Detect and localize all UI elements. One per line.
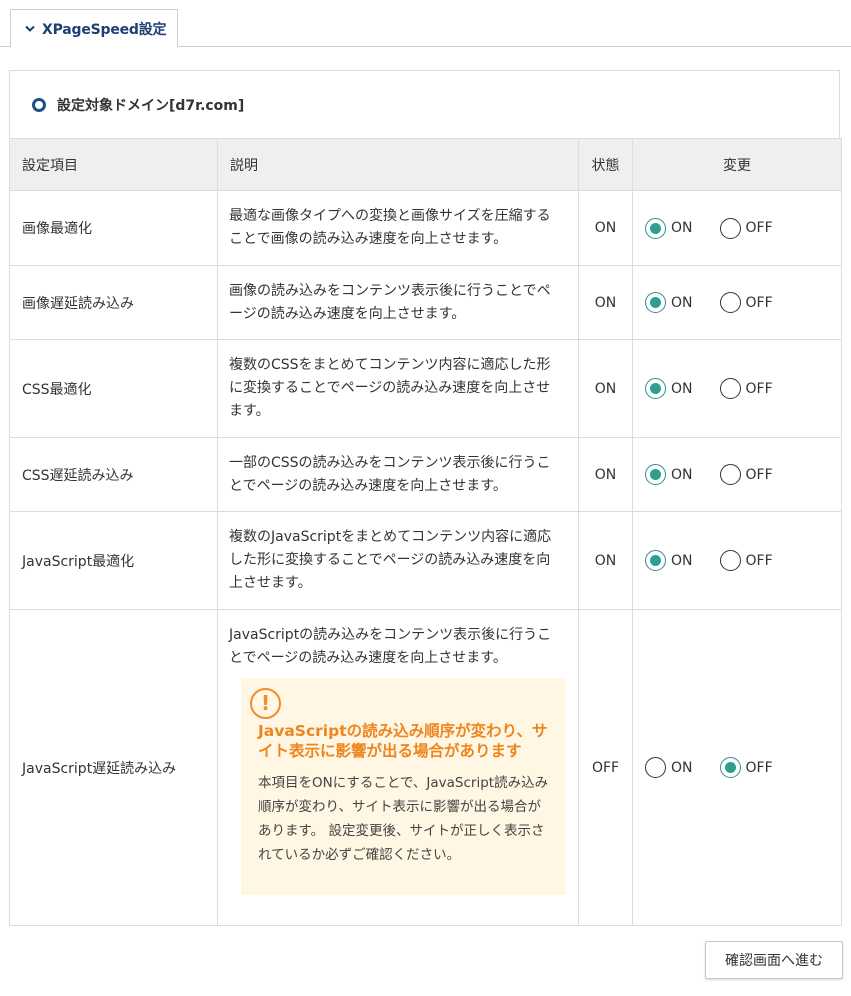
row-state: ON: [578, 265, 633, 340]
radio-on-label: ON: [671, 220, 693, 236]
domain-panel: 設定対象ドメイン[d7r.com]: [9, 70, 840, 138]
radio-on-label: ON: [671, 759, 693, 776]
radio-off-control[interactable]: [719, 378, 741, 399]
row-change: ON OFF: [632, 609, 842, 926]
row-name: 画像最適化: [9, 190, 218, 266]
radio-on[interactable]: ON: [645, 464, 693, 485]
row-description: 複数のCSSをまとめてコンテンツ内容に適応した形に変換することでページの読み込み…: [217, 339, 579, 438]
row-state: ON: [578, 339, 633, 438]
header-description: 説明: [217, 138, 579, 191]
radio-off-label: OFF: [745, 220, 773, 236]
table-header-row: 設定項目 説明 状態 変更: [9, 138, 842, 191]
row-change: ON OFF: [632, 437, 842, 512]
warning-title: JavaScriptの読み込み順序が変わり、サイト表示に影響が出る場合があります: [258, 722, 548, 760]
radio-off-label: OFF: [745, 466, 773, 483]
radio-off-label: OFF: [745, 294, 773, 311]
radio-off-label: OFF: [745, 380, 773, 397]
header-setting-item: 設定項目: [9, 138, 218, 191]
row-state: ON: [578, 511, 633, 610]
row-change: ON OFF: [632, 511, 842, 610]
table-row: CSS最適化 複数のCSSをまとめてコンテンツ内容に適応した形に変換することでペ…: [9, 339, 842, 438]
radio-group: ON OFF: [645, 378, 841, 399]
radio-on-control[interactable]: [645, 550, 666, 571]
row-change: ON OFF: [632, 265, 842, 340]
tab-bar: XPageSpeed設定: [0, 0, 851, 48]
radio-on-control[interactable]: [645, 464, 666, 485]
row-name: CSS最適化: [9, 339, 218, 438]
row-description: 画像の読み込みをコンテンツ表示後に行うことでページの読み込み速度を向上させます。: [217, 265, 579, 340]
radio-on[interactable]: ON: [645, 550, 693, 571]
tab-title: XPageSpeed設定: [42, 21, 167, 38]
radio-on-control[interactable]: [645, 757, 666, 778]
row-change: ON OFF: [632, 339, 842, 438]
radio-off-control[interactable]: [719, 292, 741, 313]
radio-off-control[interactable]: [719, 217, 741, 239]
radio-on-control[interactable]: [645, 217, 666, 239]
radio-group: ON OFF: [645, 217, 841, 239]
row-description-cell: JavaScriptの読み込みをコンテンツ表示後に行うことでページの読み込み速度…: [217, 609, 579, 926]
radio-off-label: OFF: [745, 552, 773, 569]
confirm-button[interactable]: 確認画面へ進む: [705, 941, 843, 979]
row-name: 画像遅延読み込み: [9, 265, 218, 340]
row-description: JavaScriptの読み込みをコンテンツ表示後に行うことでページの読み込み速度…: [229, 627, 552, 666]
table-row: JavaScript遅延読み込み JavaScriptの読み込みをコンテンツ表示…: [9, 609, 842, 926]
settings-table: 設定項目 説明 状態 変更 画像最適化 最適な画像タイプへの変換と画像サイズを圧…: [9, 138, 842, 926]
row-change: ON OFF: [632, 190, 842, 266]
row-state: ON: [578, 190, 633, 266]
radio-on-label: ON: [671, 294, 693, 311]
chevron-down-icon: [23, 22, 37, 36]
radio-group: ON OFF: [645, 292, 841, 313]
radio-on[interactable]: ON: [645, 378, 693, 399]
radio-off[interactable]: OFF: [719, 217, 773, 239]
radio-on-control[interactable]: [645, 292, 666, 313]
table-row: JavaScript最適化 複数のJavaScriptをまとめてコンテンツ内容に…: [9, 511, 842, 610]
warning-body: 本項目をONにすることで、JavaScript読み込み順序が変わり、サイト表示に…: [258, 775, 549, 863]
radio-off-control[interactable]: [719, 464, 741, 485]
table-row: CSS遅延読み込み 一部のCSSの読み込みをコンテンツ表示後に行うことでページの…: [9, 437, 842, 512]
row-description: 複数のJavaScriptをまとめてコンテンツ内容に適応した形に変換することでペ…: [217, 511, 579, 610]
warning-box: ! JavaScriptの読み込み順序が変わり、サイト表示に影響が出る場合があり…: [241, 678, 566, 895]
row-name: JavaScript最適化: [9, 511, 218, 610]
radio-on-label: ON: [671, 380, 693, 397]
radio-on[interactable]: ON: [645, 292, 693, 313]
row-name: JavaScript遅延読み込み: [9, 609, 218, 926]
row-state: ON: [578, 437, 633, 512]
radio-on-label: ON: [671, 466, 693, 483]
radio-group: ON OFF: [645, 550, 841, 571]
radio-off[interactable]: OFF: [719, 464, 773, 485]
radio-off[interactable]: OFF: [719, 292, 773, 313]
radio-off-control[interactable]: [719, 757, 741, 778]
radio-off-label: OFF: [745, 759, 773, 776]
radio-off[interactable]: OFF: [719, 378, 773, 399]
row-description: 一部のCSSの読み込みをコンテンツ表示後に行うことでページの読み込み速度を向上さ…: [217, 437, 579, 512]
radio-on-label: ON: [671, 552, 693, 569]
radio-group: ON OFF: [645, 757, 841, 778]
radio-off[interactable]: OFF: [719, 757, 773, 778]
table-row: 画像遅延読み込み 画像の読み込みをコンテンツ表示後に行うことでページの読み込み速…: [9, 265, 842, 340]
header-change: 変更: [632, 138, 842, 191]
radio-on[interactable]: ON: [645, 217, 693, 239]
radio-group: ON OFF: [645, 464, 841, 485]
domain-title: 設定対象ドメイン[d7r.com]: [57, 97, 245, 114]
bullet-icon: [32, 97, 46, 112]
row-state: OFF: [578, 609, 633, 926]
row-description: 最適な画像タイプへの変換と画像サイズを圧縮することで画像の読み込み速度を向上させ…: [217, 190, 579, 266]
header-state: 状態: [578, 138, 633, 191]
tab-xpagespeed[interactable]: XPageSpeed設定: [10, 9, 178, 48]
radio-on-control[interactable]: [645, 378, 666, 399]
row-name: CSS遅延読み込み: [9, 437, 218, 512]
radio-off-control[interactable]: [719, 550, 741, 571]
exclamation-icon: !: [250, 688, 281, 719]
radio-off[interactable]: OFF: [719, 550, 773, 571]
radio-on[interactable]: ON: [645, 757, 693, 778]
table-row: 画像最適化 最適な画像タイプへの変換と画像サイズを圧縮することで画像の読み込み速…: [9, 190, 842, 266]
